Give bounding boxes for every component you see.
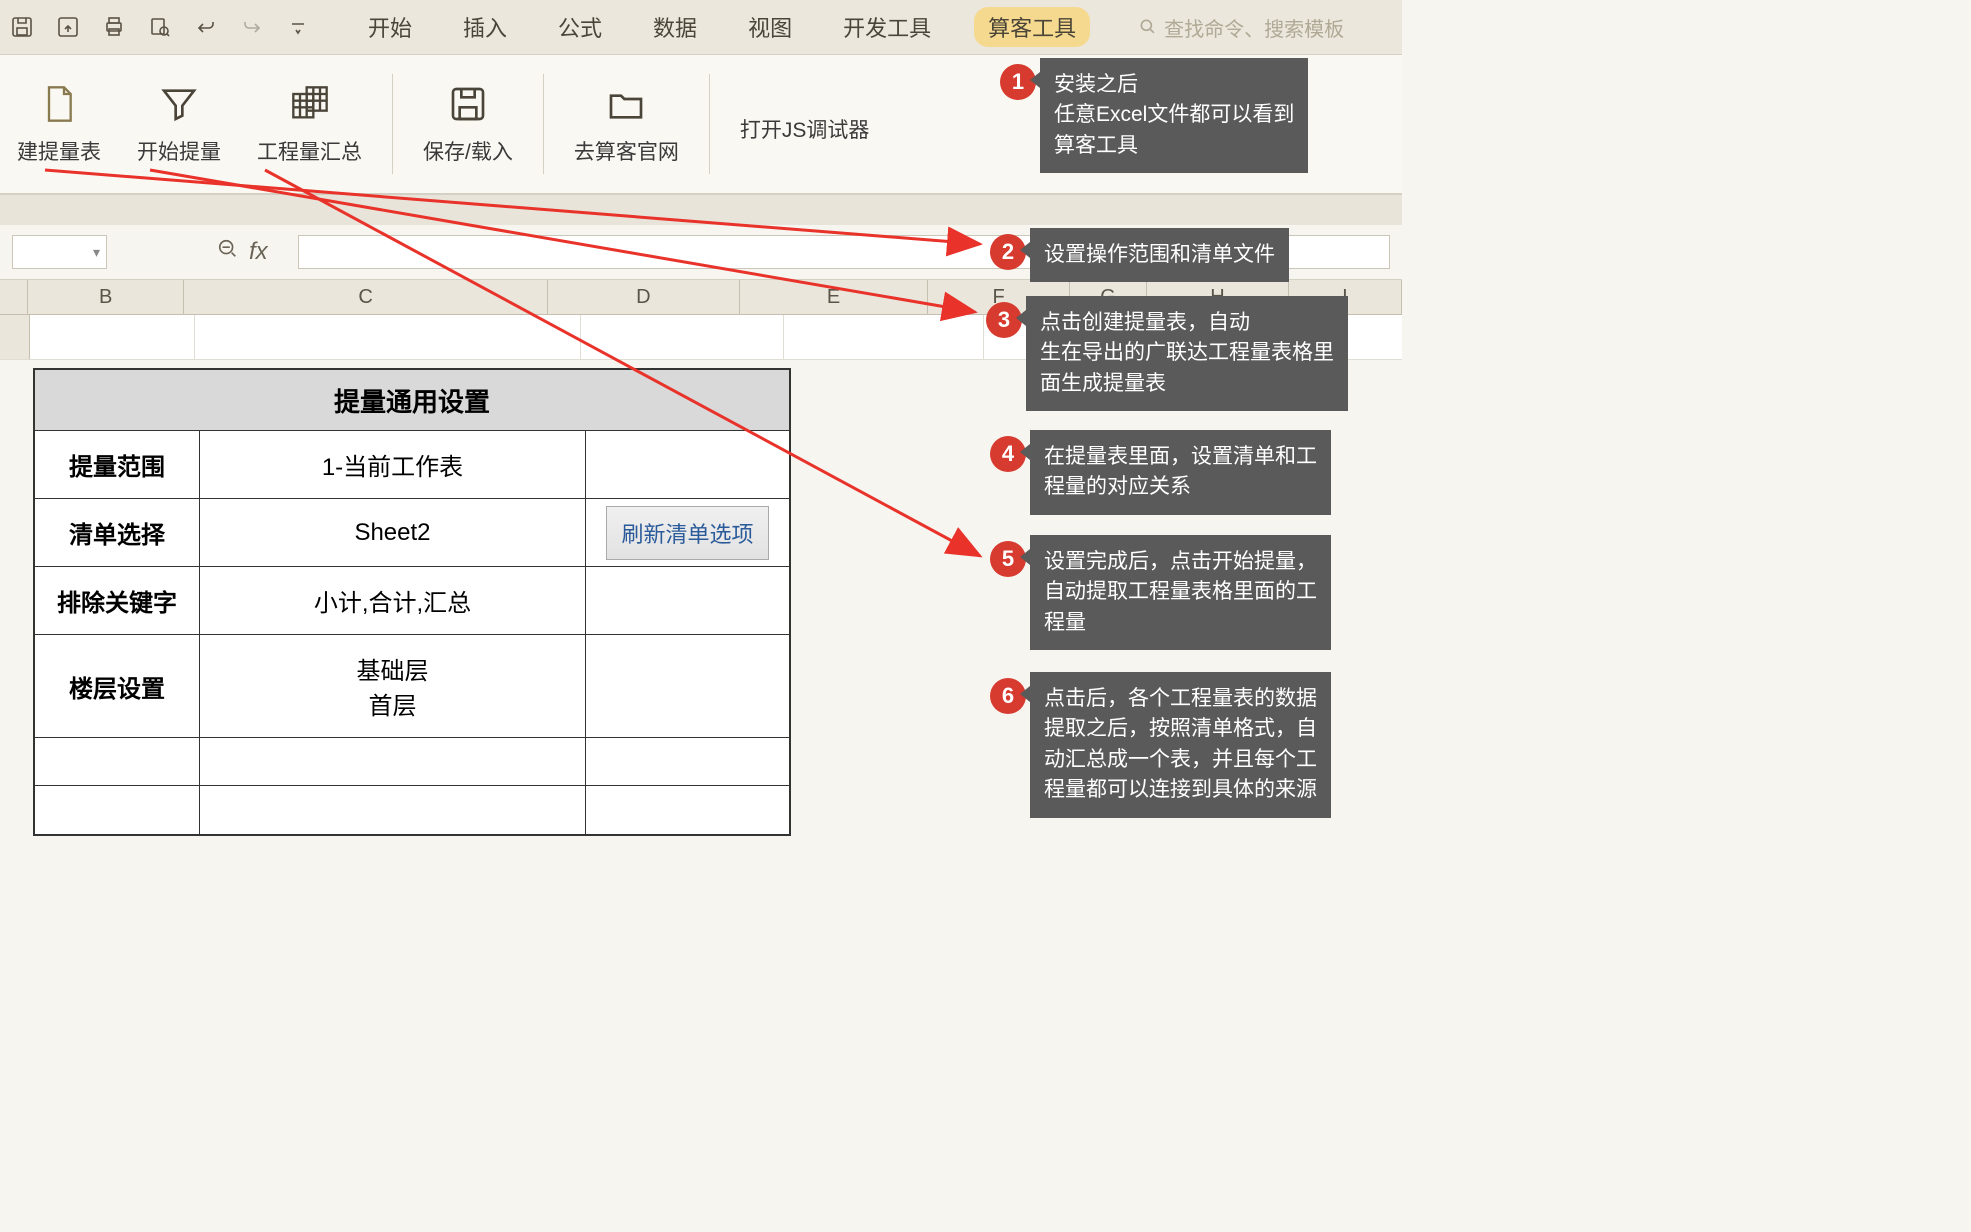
callout-3: 3点击创建提量表，自动 生在导出的广联达工程量表格里 面生成提量表 — [986, 296, 1348, 411]
col-header-e[interactable]: E — [740, 280, 929, 314]
save-icon[interactable] — [8, 13, 36, 41]
grid-sum-icon — [288, 82, 332, 126]
menu-tabs: 开始 插入 公式 数据 视图 开发工具 算客工具 — [360, 7, 1090, 47]
callout-text: 在提量表里面，设置清单和工 程量的对应关系 — [1030, 430, 1331, 515]
zoom-out-icon[interactable] — [217, 238, 239, 266]
goto-website-button[interactable]: 去算客官网 — [562, 74, 691, 174]
tab-insert[interactable]: 插入 — [455, 7, 515, 47]
callout-4: 4在提量表里面，设置清单和工 程量的对应关系 — [990, 430, 1331, 515]
refresh-list-button[interactable]: 刷新清单选项 — [606, 506, 768, 560]
tab-start[interactable]: 开始 — [360, 7, 420, 47]
open-debugger-button[interactable]: 打开JS调试器 — [728, 96, 882, 152]
setting-label-list: 清单选择 — [35, 499, 200, 566]
callout-text: 设置操作范围和清单文件 — [1030, 228, 1289, 282]
col-header-b[interactable]: B — [28, 280, 184, 314]
callout-text: 点击创建提量表，自动 生在导出的广联达工程量表格里 面生成提量表 — [1026, 296, 1348, 411]
funnel-icon — [157, 82, 201, 126]
settings-header: 提量通用设置 — [35, 370, 789, 430]
name-box[interactable]: ▾ — [12, 235, 107, 269]
tab-data[interactable]: 数据 — [645, 7, 705, 47]
start-extract-button[interactable]: 开始提量 — [125, 74, 233, 174]
setting-value-list[interactable]: Sheet2 — [200, 499, 586, 566]
redo-icon[interactable] — [238, 13, 266, 41]
fx-label: fx — [249, 238, 268, 266]
chevron-down-icon: ▾ — [93, 244, 100, 261]
settings-table: 提量通用设置 提量范围 1-当前工作表 清单选择 Sheet2 刷新清单选项 排… — [33, 368, 791, 836]
quick-access-toolbar: 开始 插入 公式 数据 视图 开发工具 算客工具 查找命令、搜索模板 — [0, 0, 1402, 55]
callout-1: 1安装之后 任意Excel文件都可以看到 算客工具 — [1000, 58, 1308, 173]
save-load-button[interactable]: 保存/载入 — [411, 74, 525, 174]
col-header-d[interactable]: D — [548, 280, 740, 314]
callout-text: 点击后，各个工程量表的数据 提取之后，按照清单格式，自 动汇总成一个表，并且每个… — [1030, 672, 1331, 818]
setting-value-floor[interactable]: 基础层 首层 — [200, 635, 586, 737]
select-all-corner[interactable] — [0, 280, 28, 314]
setting-value-range[interactable]: 1-当前工作表 — [200, 431, 586, 498]
create-table-button[interactable]: 建提量表 — [5, 74, 113, 174]
callout-5: 5设置完成后，点击开始提量， 自动提取工程量表格里面的工 程量 — [990, 535, 1331, 650]
tab-suanke[interactable]: 算客工具 — [974, 7, 1090, 47]
preview-icon[interactable] — [146, 13, 174, 41]
setting-label-range: 提量范围 — [35, 431, 200, 498]
share-icon[interactable] — [54, 13, 82, 41]
setting-label-floor: 楼层设置 — [35, 635, 200, 737]
more-icon[interactable] — [284, 13, 312, 41]
callout-2: 2设置操作范围和清单文件 — [990, 228, 1289, 282]
tab-view[interactable]: 视图 — [740, 7, 800, 47]
tab-formula[interactable]: 公式 — [550, 7, 610, 47]
save-disk-icon — [446, 82, 490, 126]
tab-devtools[interactable]: 开发工具 — [835, 7, 939, 47]
callout-text: 安装之后 任意Excel文件都可以看到 算客工具 — [1040, 58, 1308, 173]
summary-button[interactable]: 工程量汇总 — [245, 74, 374, 174]
folder-icon — [604, 82, 648, 126]
callout-text: 设置完成后，点击开始提量， 自动提取工程量表格里面的工 程量 — [1030, 535, 1331, 650]
col-header-c[interactable]: C — [184, 280, 548, 314]
callout-6: 6点击后，各个工程量表的数据 提取之后，按照清单格式，自 动汇总成一个表，并且每… — [990, 672, 1331, 818]
setting-value-exclude[interactable]: 小计,合计,汇总 — [200, 567, 586, 634]
new-file-icon — [37, 82, 81, 126]
print-icon[interactable] — [100, 13, 128, 41]
setting-btn-cell — [586, 431, 789, 498]
search-commands[interactable]: 查找命令、搜索模板 — [1138, 13, 1344, 42]
setting-label-exclude: 排除关键字 — [35, 567, 200, 634]
undo-icon[interactable] — [192, 13, 220, 41]
